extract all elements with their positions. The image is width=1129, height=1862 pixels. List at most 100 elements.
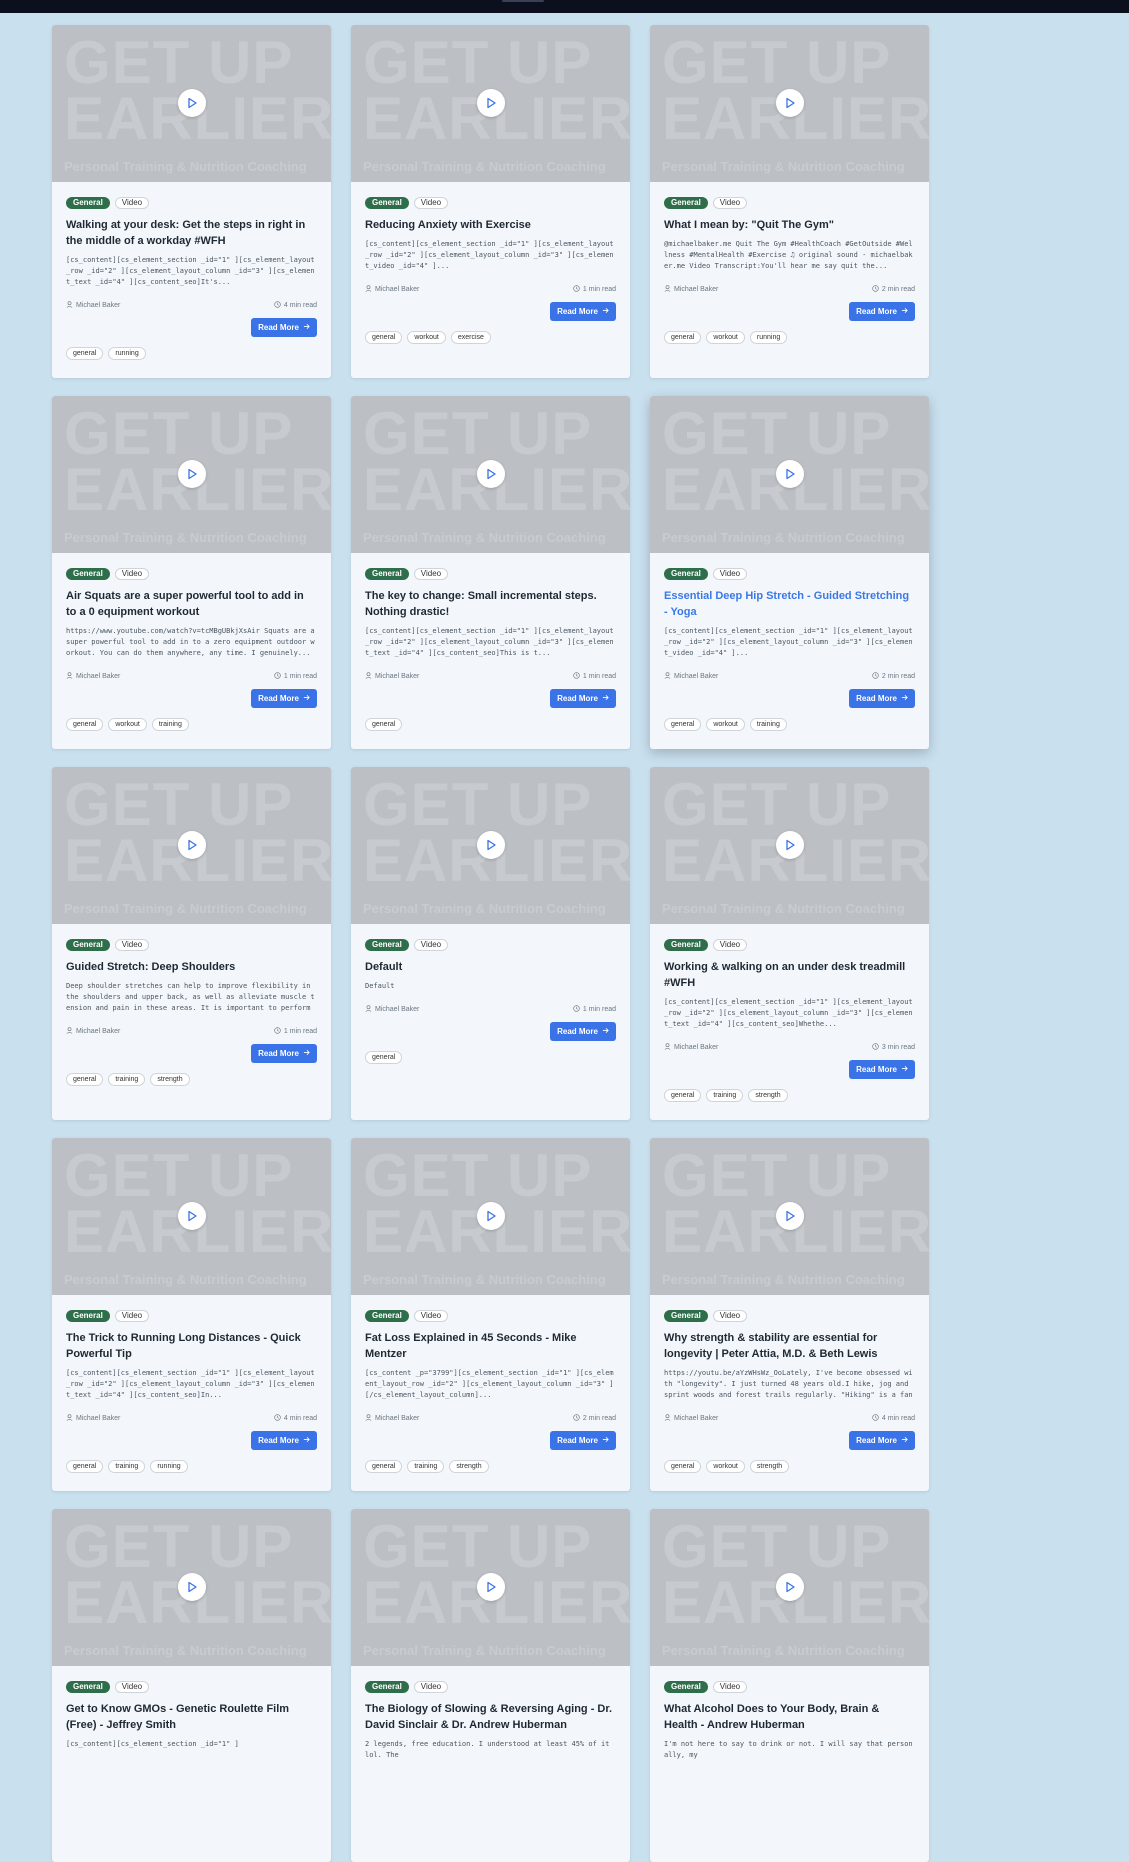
post-thumbnail[interactable]: GET UP EARLIER Personal Training & Nutri… <box>351 1509 630 1666</box>
post-title[interactable]: Reducing Anxiety with Exercise <box>365 217 616 233</box>
tag[interactable]: general <box>664 718 702 731</box>
type-badge[interactable]: Video <box>712 568 748 580</box>
read-more-button[interactable]: Read More <box>550 1431 616 1450</box>
post-thumbnail[interactable]: GET UP EARLIER Personal Training & Nutri… <box>650 1509 929 1666</box>
type-badge[interactable]: Video <box>413 568 449 580</box>
post-title[interactable]: Why strength & stability are essential f… <box>664 1330 915 1362</box>
type-badge[interactable]: Video <box>114 568 150 580</box>
post-card[interactable]: GET UP EARLIER Personal Training & Nutri… <box>52 1509 331 1862</box>
play-icon[interactable] <box>178 831 206 859</box>
post-thumbnail[interactable]: GET UP EARLIER Personal Training & Nutri… <box>52 25 331 182</box>
category-badge[interactable]: General <box>365 939 409 951</box>
post-thumbnail[interactable]: GET UP EARLIER Personal Training & Nutri… <box>351 25 630 182</box>
tag[interactable]: general <box>365 331 403 344</box>
post-title[interactable]: Get to Know GMOs - Genetic Roulette Film… <box>66 1701 317 1733</box>
play-icon[interactable] <box>477 89 505 117</box>
tag[interactable]: strength <box>748 1089 788 1102</box>
play-icon[interactable] <box>776 1202 804 1230</box>
tag[interactable]: strength <box>749 1460 790 1473</box>
post-title[interactable]: What I mean by: "Quit The Gym" <box>664 217 915 233</box>
post-title[interactable]: Guided Stretch: Deep Shoulders <box>66 959 317 975</box>
category-badge[interactable]: General <box>365 568 409 580</box>
post-thumbnail[interactable]: GET UP EARLIER Personal Training & Nutri… <box>52 1138 331 1295</box>
read-more-button[interactable]: Read More <box>849 689 915 708</box>
post-title[interactable]: Essential Deep Hip Stretch - Guided Stre… <box>664 588 915 620</box>
category-badge[interactable]: General <box>66 1681 110 1693</box>
read-more-button[interactable]: Read More <box>251 318 317 337</box>
post-card[interactable]: GET UP EARLIER Personal Training & Nutri… <box>650 1138 929 1491</box>
play-icon[interactable] <box>776 831 804 859</box>
category-badge[interactable]: General <box>664 939 708 951</box>
play-icon[interactable] <box>776 1573 804 1601</box>
tag[interactable]: general <box>365 1460 403 1473</box>
type-badge[interactable]: Video <box>413 939 449 951</box>
play-icon[interactable] <box>178 1202 206 1230</box>
post-title[interactable]: Default <box>365 959 616 975</box>
category-badge[interactable]: General <box>66 1310 110 1322</box>
tag[interactable]: general <box>664 1089 702 1102</box>
category-badge[interactable]: General <box>365 1310 409 1322</box>
post-card[interactable]: GET UP EARLIER Personal Training & Nutri… <box>52 25 331 378</box>
play-icon[interactable] <box>477 460 505 488</box>
post-thumbnail[interactable]: GET UP EARLIER Personal Training & Nutri… <box>650 25 929 182</box>
type-badge[interactable]: Video <box>712 1681 748 1693</box>
type-badge[interactable]: Video <box>114 1681 150 1693</box>
post-card[interactable]: GET UP EARLIER Personal Training & Nutri… <box>52 1138 331 1491</box>
tag[interactable]: training <box>407 1460 445 1473</box>
type-badge[interactable]: Video <box>413 197 449 209</box>
play-icon[interactable] <box>178 1573 206 1601</box>
post-card[interactable]: GET UP EARLIER Personal Training & Nutri… <box>351 1138 630 1491</box>
tag[interactable]: workout <box>706 1460 745 1473</box>
tag[interactable]: training <box>108 1073 146 1086</box>
tag[interactable]: workout <box>706 331 745 344</box>
post-title[interactable]: Air Squats are a super powerful tool to … <box>66 588 317 620</box>
post-thumbnail[interactable]: GET UP EARLIER Personal Training & Nutri… <box>351 767 630 924</box>
tag[interactable]: running <box>749 331 788 344</box>
tag[interactable]: workout <box>407 331 446 344</box>
read-more-button[interactable]: Read More <box>550 1022 616 1041</box>
type-badge[interactable]: Video <box>413 1310 449 1322</box>
post-thumbnail[interactable]: GET UP EARLIER Personal Training & Nutri… <box>650 767 929 924</box>
tag[interactable]: training <box>706 1089 744 1102</box>
post-thumbnail[interactable]: GET UP EARLIER Personal Training & Nutri… <box>351 396 630 553</box>
post-thumbnail[interactable]: GET UP EARLIER Personal Training & Nutri… <box>52 396 331 553</box>
tag[interactable]: general <box>66 1073 104 1086</box>
category-badge[interactable]: General <box>365 1681 409 1693</box>
play-icon[interactable] <box>776 89 804 117</box>
category-badge[interactable]: General <box>66 197 110 209</box>
post-thumbnail[interactable]: GET UP EARLIER Personal Training & Nutri… <box>650 396 929 553</box>
play-icon[interactable] <box>178 460 206 488</box>
tag[interactable]: general <box>66 347 104 360</box>
top-bar-handle[interactable] <box>502 0 544 2</box>
type-badge[interactable]: Video <box>114 197 150 209</box>
post-card[interactable]: GET UP EARLIER Personal Training & Nutri… <box>650 1509 929 1862</box>
read-more-button[interactable]: Read More <box>550 302 616 321</box>
category-badge[interactable]: General <box>66 939 110 951</box>
category-badge[interactable]: General <box>664 568 708 580</box>
post-title[interactable]: The key to change: Small incremental ste… <box>365 588 616 620</box>
read-more-button[interactable]: Read More <box>849 302 915 321</box>
type-badge[interactable]: Video <box>712 939 748 951</box>
category-badge[interactable]: General <box>664 1310 708 1322</box>
read-more-button[interactable]: Read More <box>251 1044 317 1063</box>
post-card[interactable]: GET UP EARLIER Personal Training & Nutri… <box>650 767 929 1120</box>
play-icon[interactable] <box>477 1202 505 1230</box>
tag[interactable]: general <box>664 331 702 344</box>
post-card[interactable]: GET UP EARLIER Personal Training & Nutri… <box>650 25 929 378</box>
tag[interactable]: training <box>749 718 787 731</box>
tag[interactable]: general <box>66 1460 104 1473</box>
read-more-button[interactable]: Read More <box>849 1060 915 1079</box>
post-title[interactable]: The Biology of Slowing & Reversing Aging… <box>365 1701 616 1733</box>
play-icon[interactable] <box>477 831 505 859</box>
tag[interactable]: general <box>365 1051 403 1064</box>
type-badge[interactable]: Video <box>114 939 150 951</box>
post-card[interactable]: GET UP EARLIER Personal Training & Nutri… <box>351 25 630 378</box>
tag[interactable]: general <box>664 1460 702 1473</box>
post-title[interactable]: Working & walking on an under desk tread… <box>664 959 915 991</box>
read-more-button[interactable]: Read More <box>849 1431 915 1450</box>
category-badge[interactable]: General <box>365 197 409 209</box>
type-badge[interactable]: Video <box>712 1310 748 1322</box>
tag[interactable]: training <box>108 1460 146 1473</box>
post-thumbnail[interactable]: GET UP EARLIER Personal Training & Nutri… <box>52 767 331 924</box>
tag[interactable]: strength <box>449 1460 489 1473</box>
